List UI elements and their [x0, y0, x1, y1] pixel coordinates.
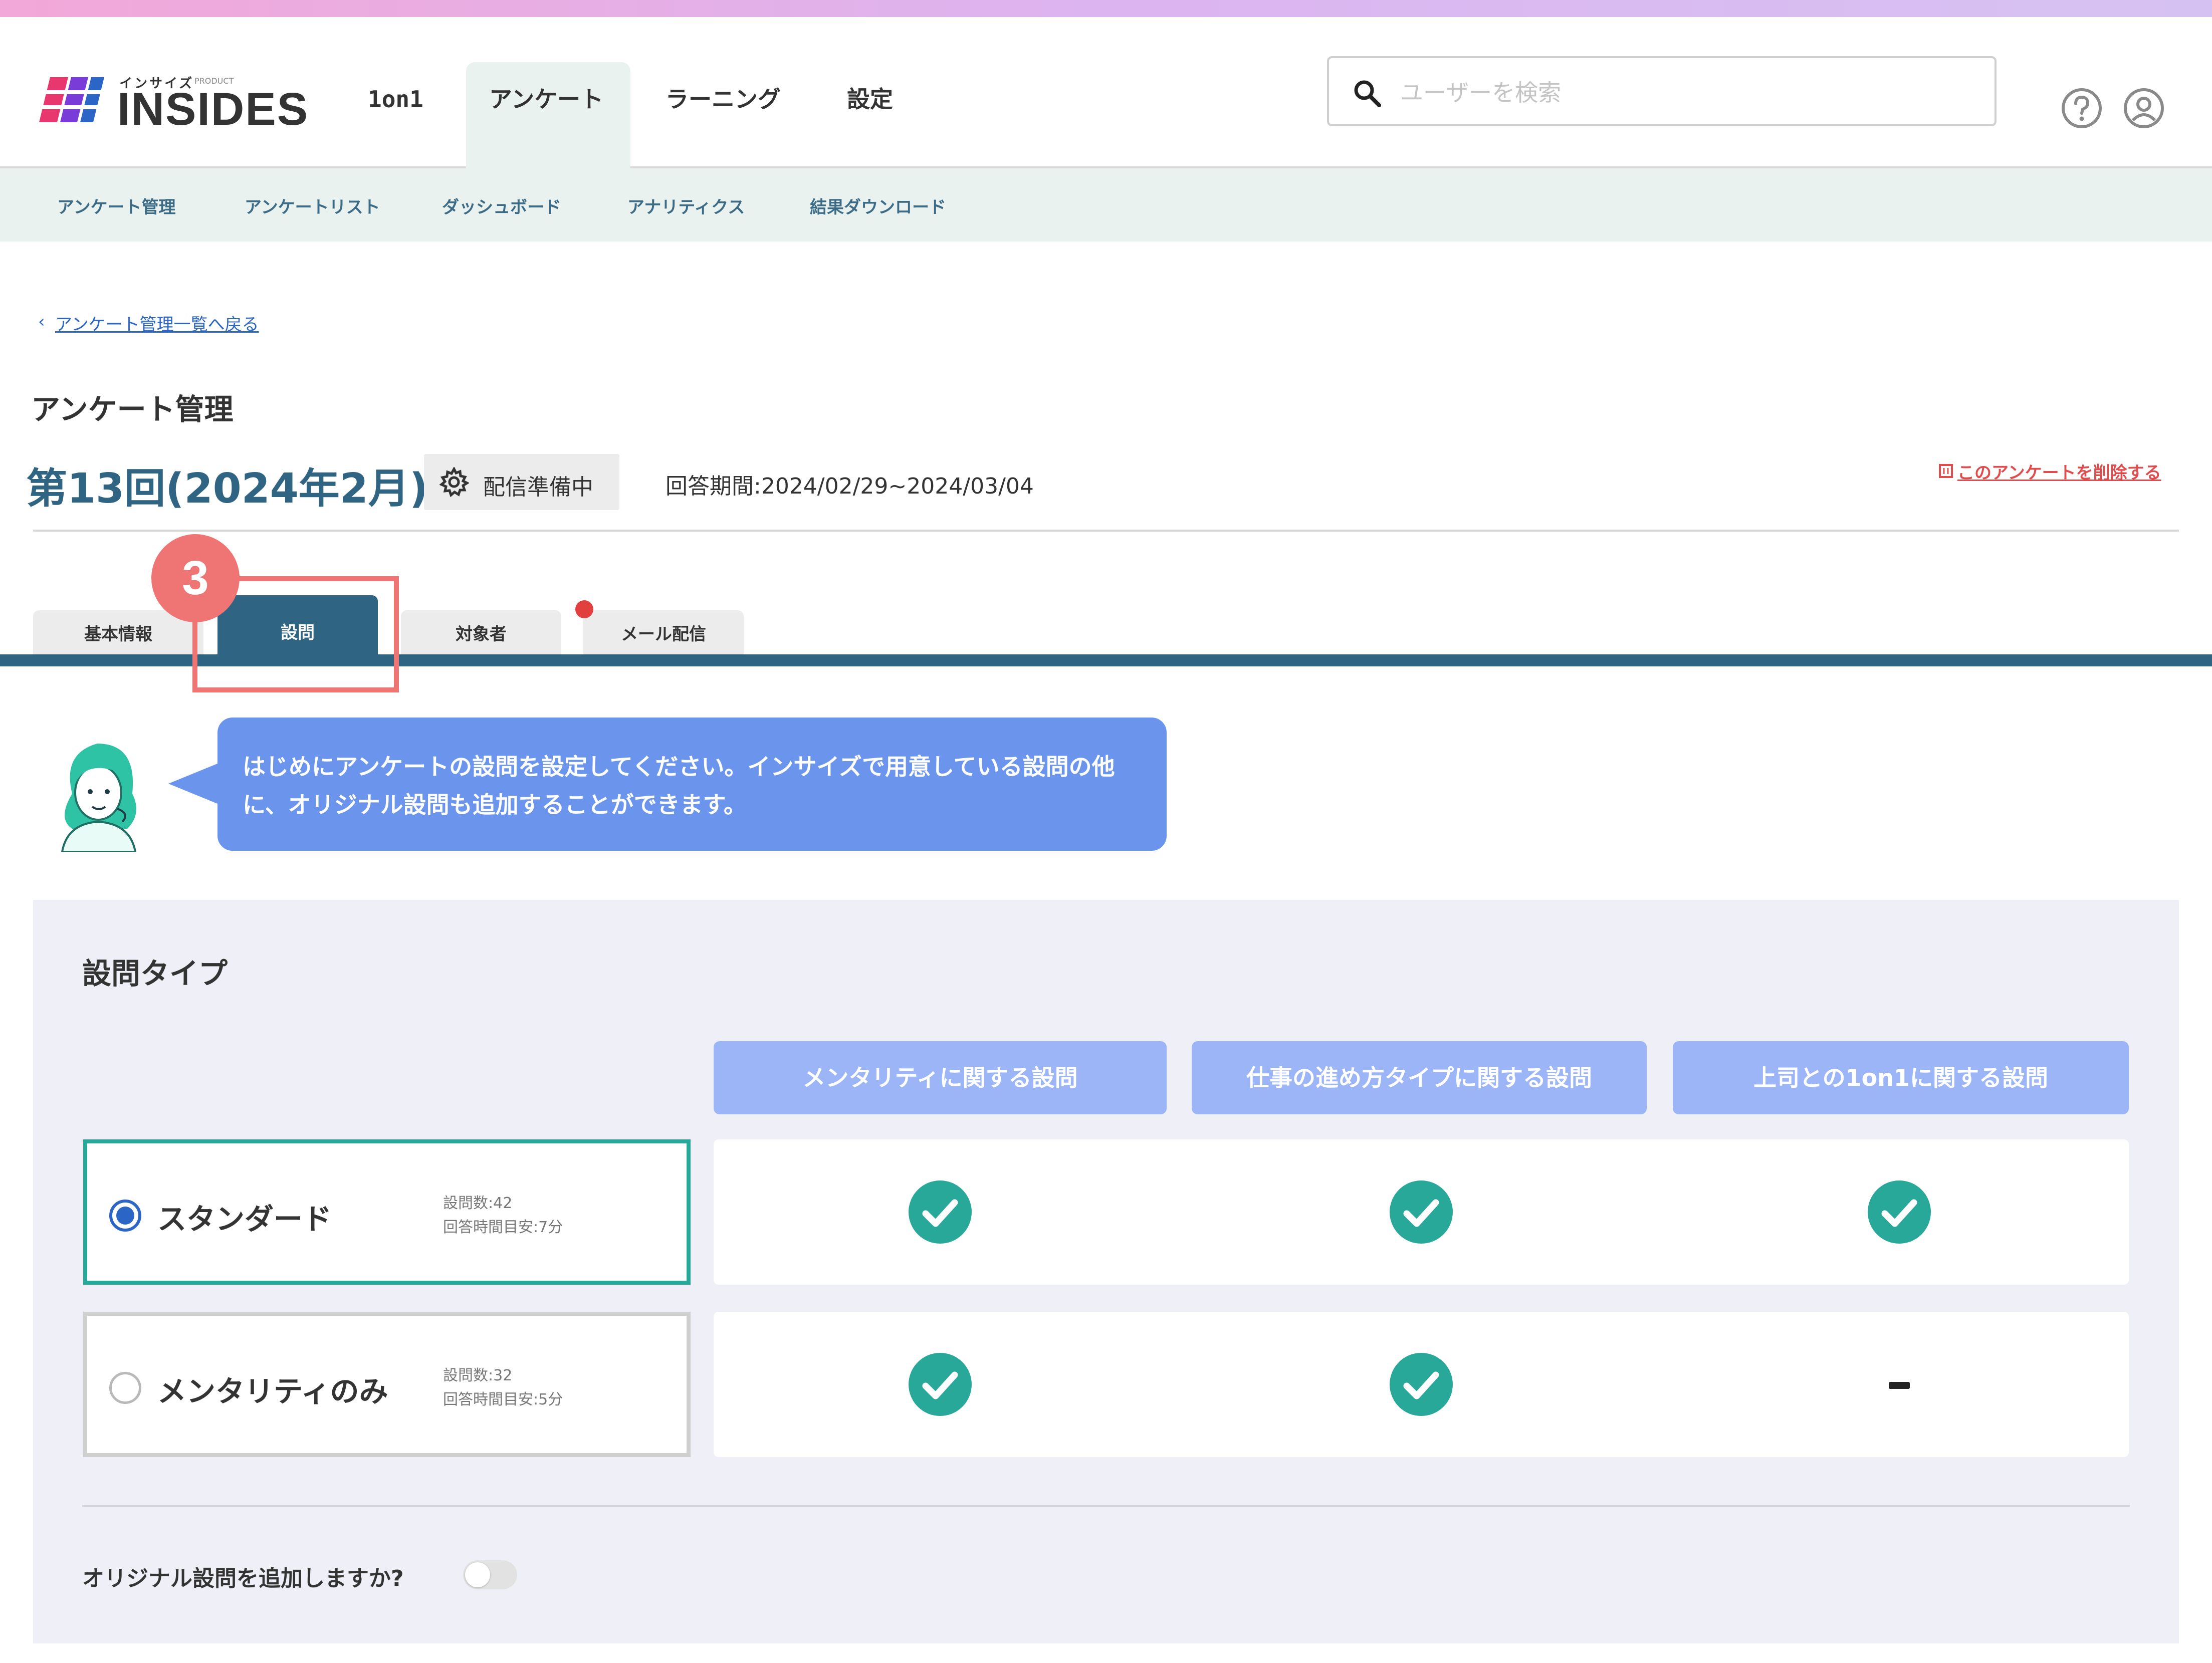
- column-header-1on1: 上司との1on1に関する設問: [1673, 1041, 2129, 1114]
- subnav-result-download[interactable]: 結果ダウンロード: [810, 193, 946, 218]
- question-count: 設問数:42: [443, 1195, 513, 1212]
- nav-settings[interactable]: 設定: [847, 79, 893, 119]
- search-input[interactable]: [1399, 73, 1977, 112]
- question-count: 設問数:32: [443, 1367, 513, 1384]
- speech-bubble-tail: [168, 764, 217, 804]
- original-question-toggle[interactable]: [463, 1560, 517, 1589]
- radio-mentality-only[interactable]: [109, 1372, 141, 1404]
- notification-dot: [575, 600, 593, 618]
- check-icon: [1868, 1180, 1931, 1244]
- logo-mark-icon: [39, 77, 104, 122]
- trash-icon: [1939, 464, 1953, 478]
- delete-survey-link[interactable]: このアンケートを削除する: [1957, 459, 2161, 484]
- guide-avatar: [61, 744, 137, 852]
- app-header: インサイズ PRODUCT INSIDES 1on1 アンケート ラーニング 設…: [0, 17, 2212, 183]
- page-heading: アンケート管理: [31, 392, 234, 426]
- subnav-survey-management[interactable]: アンケート管理: [57, 193, 176, 218]
- subnav-survey-list[interactable]: アンケートリスト: [245, 193, 380, 218]
- user-icon[interactable]: [2123, 87, 2165, 129]
- status-text: 配信準備中: [483, 474, 593, 500]
- title-divider: [33, 530, 2179, 532]
- nav-1on1[interactable]: 1on1: [368, 79, 423, 119]
- answer-time: 回答時間目安:5分: [443, 1391, 563, 1408]
- guide-speech-bubble: はじめにアンケートの設問を設定してください。インサイズで用意している設問の他に、…: [217, 718, 1167, 851]
- option-label: メンタリティのみ: [157, 1374, 388, 1408]
- panel-divider: [82, 1505, 2130, 1507]
- back-chevron-icon: ‹: [38, 312, 45, 332]
- step-badge: 3: [151, 534, 240, 622]
- tab-email-delivery[interactable]: メール配信: [583, 610, 744, 655]
- survey-title: 第13回(2024年2月): [26, 465, 428, 513]
- tab-targets[interactable]: 対象者: [401, 610, 561, 655]
- subnav-dashboard[interactable]: ダッシュボード: [442, 193, 561, 218]
- not-included-dash: [1889, 1382, 1910, 1389]
- question-type-panel: 設問タイプ メンタリティに関する設問 仕事の進め方タイプに関する設問 上司との1…: [33, 900, 2179, 1643]
- radio-standard[interactable]: [109, 1200, 141, 1232]
- nav-learning[interactable]: ラーニング: [666, 79, 781, 119]
- answer-time: 回答時間目安:7分: [443, 1219, 563, 1236]
- option-standard[interactable]: スタンダード 設問数:42 回答時間目安:7分: [83, 1139, 691, 1285]
- column-header-work-style: 仕事の進め方タイプに関する設問: [1192, 1041, 1647, 1114]
- check-icon: [909, 1353, 972, 1416]
- answer-period: 回答期間:2024/02/29~2024/03/04: [666, 473, 1034, 499]
- top-gradient-stripe: [0, 0, 2212, 17]
- user-search[interactable]: [1327, 56, 1997, 126]
- logo-text: INSIDES: [117, 84, 309, 135]
- nav-survey[interactable]: アンケート: [489, 79, 603, 119]
- subnav-analytics[interactable]: アナリティクス: [627, 193, 745, 218]
- status-badge: 配信準備中: [424, 454, 619, 510]
- search-icon: [1354, 80, 1381, 107]
- option-meta: 設問数:42 回答時間目安:7分: [443, 1192, 563, 1240]
- option-label: スタンダード: [157, 1202, 332, 1236]
- original-question-label: オリジナル設問を追加しますか?: [82, 1566, 404, 1591]
- check-icon: [1390, 1180, 1453, 1244]
- insides-logo[interactable]: インサイズ PRODUCT INSIDES: [39, 60, 308, 140]
- option-meta: 設問数:32 回答時間目安:5分: [443, 1364, 563, 1412]
- option-mentality-only[interactable]: メンタリティのみ 設問数:32 回答時間目安:5分: [83, 1312, 691, 1457]
- check-icon: [1390, 1353, 1453, 1416]
- back-to-list-link[interactable]: アンケート管理一覧へ戻る: [55, 311, 259, 335]
- column-header-mentality: メンタリティに関する設問: [714, 1041, 1167, 1114]
- panel-title: 設問タイプ: [82, 957, 228, 991]
- check-icon: [909, 1180, 972, 1244]
- help-icon[interactable]: [2061, 87, 2103, 129]
- gear-icon: [439, 467, 469, 497]
- sub-navigation: アンケート管理 アンケートリスト ダッシュボード アナリティクス 結果ダウンロー…: [0, 168, 2212, 242]
